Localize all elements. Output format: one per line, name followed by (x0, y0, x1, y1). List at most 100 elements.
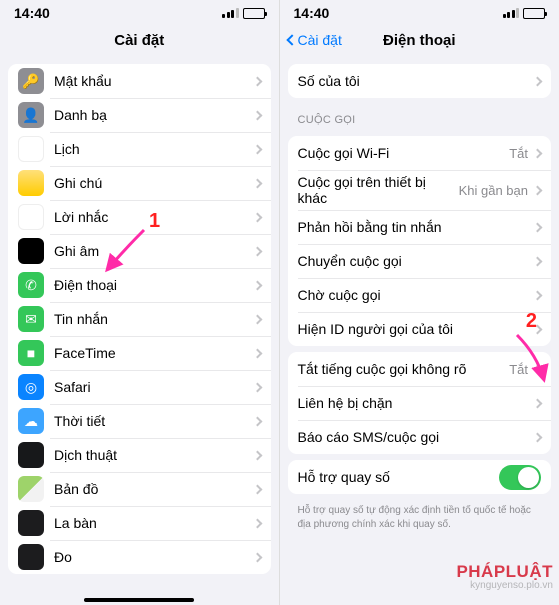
measure-icon (18, 544, 44, 570)
item-label: Chuyển cuộc gọi (298, 253, 535, 269)
chevron-right-icon (252, 212, 262, 222)
compass-icon (18, 510, 44, 536)
settings-list: 🔑 Mật khẩu 👤 Danh bạ Lịch Ghi chú Lời nhắc Ghi … (8, 64, 271, 574)
reminders-icon (18, 204, 44, 230)
group-dial-assist: Hỗ trợ quay số (288, 460, 552, 494)
nav-header: Cài đặt (0, 22, 279, 58)
list-item[interactable]: La bàn (8, 506, 271, 540)
list-item[interactable]: 👤 Danh bạ (8, 98, 271, 132)
toggle-switch[interactable] (499, 465, 541, 490)
cellular-icon (222, 8, 239, 18)
list-item[interactable]: Bản đồ (8, 472, 271, 506)
item-label: Lời nhắc (54, 209, 254, 225)
chevron-right-icon (252, 518, 262, 528)
battery-icon (243, 8, 265, 19)
list-item[interactable]: Phản hồi bằng tin nhắn (288, 210, 552, 244)
list-item[interactable]: Cuộc gọi Wi-FiTắt (288, 136, 552, 170)
chevron-right-icon (533, 76, 543, 86)
item-label: Lịch (54, 141, 254, 157)
phone-icon: ✆ (18, 272, 44, 298)
back-label: Cài đặt (298, 32, 342, 48)
arrow-2-icon (509, 330, 554, 385)
item-label: Mật khẩu (54, 73, 254, 89)
chevron-right-icon (533, 148, 543, 158)
chevron-right-icon (252, 280, 262, 290)
item-label: Ghi âm (54, 243, 254, 259)
messages-icon: ✉ (18, 306, 44, 332)
item-label: Chờ cuộc gọi (298, 287, 535, 303)
item-label: Số của tôi (298, 73, 535, 89)
chevron-right-icon (252, 76, 262, 86)
item-label: Dịch thuật (54, 447, 254, 463)
item-value: Khi gần bạn (459, 183, 528, 198)
list-item[interactable]: ☁Thời tiết (8, 404, 271, 438)
status-bar: 14:40 (280, 0, 559, 22)
item-label: Tin nhắn (54, 311, 254, 327)
chevron-right-icon (533, 432, 543, 442)
chevron-left-icon (286, 34, 297, 45)
facetime-icon: ■ (18, 340, 44, 366)
back-button[interactable]: Cài đặt (288, 32, 342, 48)
item-label: FaceTime (54, 345, 254, 361)
item-label: La bàn (54, 515, 254, 531)
status-bar: 14:40 (0, 0, 279, 22)
list-item[interactable]: Báo cáo SMS/cuộc gọi (288, 420, 552, 454)
status-indicators (222, 8, 265, 19)
list-item[interactable]: Số của tôi (288, 64, 552, 98)
chevron-right-icon (252, 348, 262, 358)
item-label: Phản hồi bằng tin nhắn (298, 219, 535, 235)
home-indicator (84, 598, 194, 602)
item-label: Tắt tiếng cuộc gọi không rõ (298, 361, 510, 377)
list-item[interactable]: Chờ cuộc gọi (288, 278, 552, 312)
watermark-url: kynguyenso.plo.vn (456, 580, 553, 591)
list-item[interactable]: ■ FaceTime (8, 336, 271, 370)
calendar-icon (18, 136, 44, 162)
list-item[interactable]: Lịch (8, 132, 271, 166)
cellular-icon (503, 8, 520, 18)
notes-icon (18, 170, 44, 196)
item-label: Bản đồ (54, 481, 254, 497)
item-label: Safari (54, 379, 254, 395)
list-item[interactable]: Hỗ trợ quay số (288, 460, 552, 494)
item-label: Báo cáo SMS/cuộc gọi (298, 429, 535, 445)
chevron-right-icon (252, 314, 262, 324)
chevron-right-icon (252, 450, 262, 460)
item-value: Tắt (509, 146, 528, 161)
chevron-right-icon (533, 185, 543, 195)
section-header-calls: CUỘC GỌI (280, 104, 559, 130)
list-item[interactable]: Chuyển cuộc gọi (288, 244, 552, 278)
settings-pane: 14:40 Cài đặt 🔑 Mật khẩu 👤 Danh bạ Lịch Ghi c… (0, 0, 280, 605)
contacts-icon: 👤 (18, 102, 44, 128)
status-time: 14:40 (14, 5, 50, 21)
list-item[interactable]: ◎ Safari (8, 370, 271, 404)
list-item[interactable]: Đo (8, 540, 271, 574)
item-label: Cuộc gọi trên thiết bị khác (298, 174, 459, 206)
arrow-1-icon (99, 225, 149, 275)
watermark-brand: PHÁPLUẬT (456, 562, 553, 581)
chevron-right-icon (252, 178, 262, 188)
item-label: Hỗ trợ quay số (298, 469, 500, 485)
chevron-right-icon (252, 382, 262, 392)
chevron-right-icon (252, 246, 262, 256)
nav-header: Cài đặt Điện thoại (280, 22, 559, 58)
list-item[interactable]: Liên hệ bị chặn (288, 386, 552, 420)
page-title: Cài đặt (114, 32, 164, 49)
item-label: Liên hệ bị chặn (298, 395, 535, 411)
key-icon: 🔑 (18, 68, 44, 94)
chevron-right-icon (533, 290, 543, 300)
chevron-right-icon (252, 484, 262, 494)
dial-assist-footer: Hỗ trợ quay số tự động xác định tiền tố … (280, 500, 559, 535)
group-my-number: Số của tôi (288, 64, 552, 98)
list-item[interactable]: 🔑 Mật khẩu (8, 64, 271, 98)
list-item[interactable]: ✉ Tin nhắn (8, 302, 271, 336)
item-label: Danh bạ (54, 107, 254, 123)
item-label: Ghi chú (54, 175, 254, 191)
phone-pane: 14:40 Cài đặt Điện thoại Số của tôi CUỘC… (280, 0, 559, 605)
list-item[interactable]: Cuộc gọi trên thiết bị khácKhi gần bạn (288, 170, 552, 210)
list-item[interactable]: Ghi chú (8, 166, 271, 200)
safari-icon: ◎ (18, 374, 44, 400)
battery-icon (523, 8, 545, 19)
list-item[interactable]: Dịch thuật (8, 438, 271, 472)
chevron-right-icon (533, 256, 543, 266)
status-time: 14:40 (294, 5, 330, 21)
